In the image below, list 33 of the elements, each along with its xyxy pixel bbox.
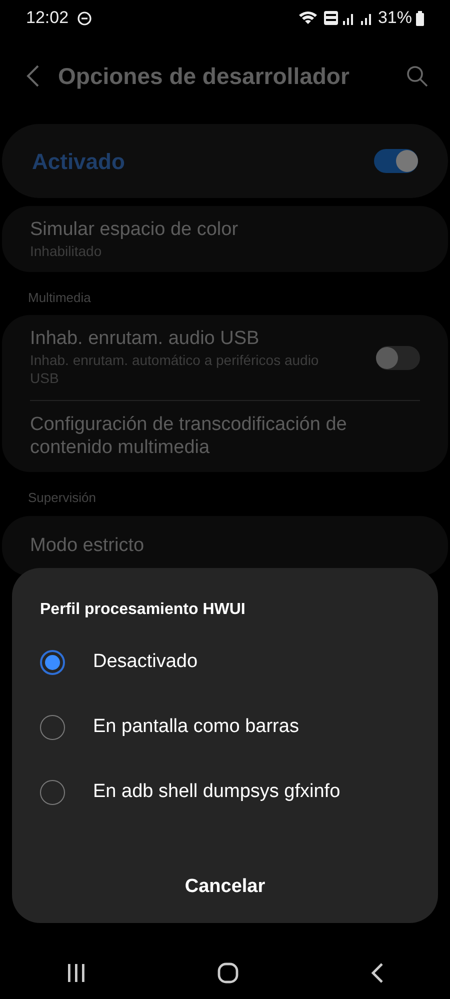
- setting-title[interactable]: Simular espacio de color: [30, 218, 420, 242]
- setting-title[interactable]: Configuración de transcodificación de contenido multimedia: [30, 412, 420, 460]
- radio-option[interactable]: Desactivado: [40, 630, 410, 695]
- clock-time: 12:02: [26, 7, 69, 30]
- radio-option[interactable]: En pantalla como barras: [40, 695, 410, 760]
- home-icon[interactable]: [216, 962, 239, 984]
- signal-icon: [342, 11, 356, 25]
- radio-button[interactable]: [40, 715, 65, 740]
- radio-button[interactable]: [40, 780, 65, 805]
- signal-icon: [360, 11, 374, 25]
- dialog-title: Perfil procesamiento HWUI: [40, 600, 246, 620]
- master-switch-card[interactable]: Activado: [2, 124, 448, 198]
- do-not-disturb-icon: [76, 10, 92, 26]
- wifi-icon: [298, 10, 320, 26]
- radio-button[interactable]: [40, 650, 65, 675]
- recent-apps-icon[interactable]: [66, 962, 86, 982]
- setting-title[interactable]: Inhab. enrutam. audio USB: [30, 327, 360, 352]
- battery-percent: 31%: [378, 7, 412, 30]
- cancel-button[interactable]: Cancelar: [168, 867, 282, 908]
- radio-option[interactable]: En adb shell dumpsys gfxinfo: [40, 760, 410, 825]
- search-icon[interactable]: [406, 65, 428, 87]
- option-label: En adb shell dumpsys gfxinfo: [93, 780, 340, 804]
- toggle-switch[interactable]: [374, 149, 418, 173]
- switch-label: Activado: [32, 148, 125, 176]
- wifi-calling-icon: [324, 11, 338, 25]
- option-label: Desactivado: [93, 650, 198, 674]
- section-header: Supervisión: [27, 489, 97, 508]
- page-title: Opciones de desarrollador: [58, 62, 350, 91]
- setting-title[interactable]: Modo estricto: [30, 534, 420, 558]
- battery-icon: [416, 10, 424, 26]
- toggle-switch[interactable]: [376, 346, 420, 370]
- option-label: En pantalla como barras: [93, 715, 299, 740]
- section-header: Multimedia: [27, 288, 92, 307]
